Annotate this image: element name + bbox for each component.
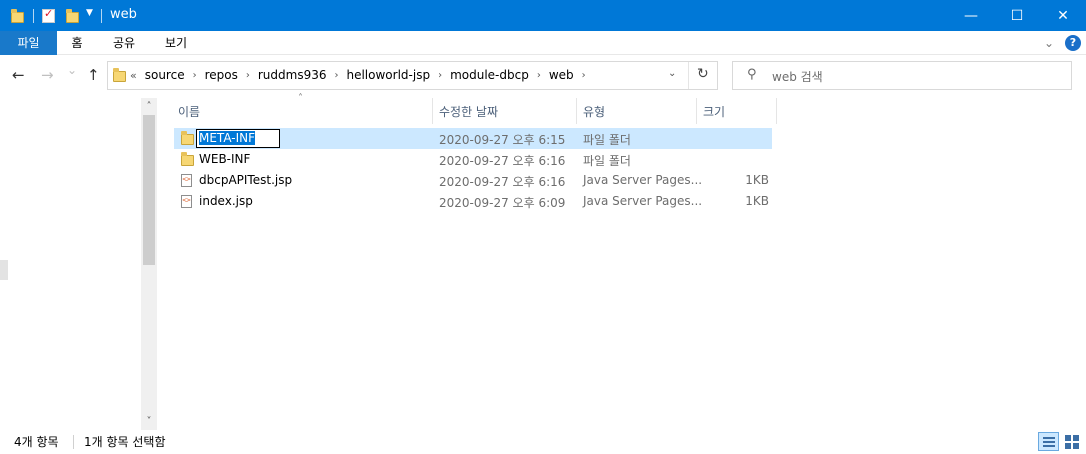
breadcrumb-item[interactable]: module-dbcp bbox=[450, 68, 529, 82]
file-size: 1KB bbox=[745, 173, 769, 187]
file-row[interactable]: index.jsp 2020-09-27 오후 6:09 Java Server… bbox=[174, 191, 772, 212]
file-type: 파일 폴더 bbox=[583, 133, 631, 147]
navigation-pane[interactable]: ˄ ˅ bbox=[0, 98, 157, 430]
refresh-icon[interactable]: ↻ bbox=[697, 66, 709, 82]
column-header-row: ˄ 이름 수정한 날짜 유형 크기 bbox=[160, 93, 780, 124]
file-type: Java Server Pages... bbox=[583, 173, 703, 187]
folder-icon bbox=[181, 131, 194, 145]
address-history-icon[interactable]: ⌄ bbox=[668, 68, 676, 79]
ribbon: 파일 홈 공유 보기 ⌄ ? bbox=[0, 31, 1086, 55]
file-name: META-INF bbox=[199, 131, 256, 145]
properties-icon[interactable] bbox=[42, 7, 55, 23]
details-view-button[interactable] bbox=[1038, 432, 1059, 451]
recent-locations-icon[interactable]: ⌄ bbox=[67, 63, 77, 77]
chevron-right-icon[interactable]: › bbox=[334, 70, 338, 81]
tab-share[interactable]: 공유 bbox=[106, 31, 142, 55]
file-type: 파일 폴더 bbox=[583, 154, 631, 168]
file-name: WEB-INF bbox=[199, 152, 251, 166]
window-title: web bbox=[110, 7, 137, 22]
scroll-down-icon[interactable]: ˅ bbox=[141, 413, 157, 430]
expand-ribbon-icon[interactable]: ⌄ bbox=[1044, 36, 1054, 50]
scroll-up-icon[interactable]: ˄ bbox=[141, 98, 157, 115]
tab-view[interactable]: 보기 bbox=[158, 31, 194, 55]
breadcrumb: « source › repos › ruddms936 › helloworl… bbox=[130, 68, 594, 82]
divider bbox=[73, 435, 74, 449]
file-list[interactable]: ˄ 이름 수정한 날짜 유형 크기 META-INF 2020-09-27 오후… bbox=[160, 93, 1086, 430]
maximize-icon: ☐ bbox=[1010, 7, 1024, 24]
column-divider[interactable] bbox=[776, 98, 777, 124]
chevron-right-icon[interactable]: › bbox=[193, 70, 197, 81]
pane-indicator bbox=[0, 260, 8, 280]
toolbar-separator bbox=[33, 9, 34, 23]
chevron-right-icon[interactable]: › bbox=[582, 70, 586, 81]
search-box[interactable]: ⚲ web 검색 bbox=[732, 61, 1072, 90]
minimize-button[interactable]: — bbox=[948, 0, 994, 31]
back-icon[interactable]: ← bbox=[12, 66, 25, 84]
breadcrumb-item[interactable]: repos bbox=[205, 68, 238, 82]
column-divider[interactable] bbox=[696, 98, 697, 124]
breadcrumb-item[interactable]: ruddms936 bbox=[258, 68, 327, 82]
minimize-icon: — bbox=[964, 7, 978, 24]
help-icon[interactable]: ? bbox=[1065, 35, 1081, 51]
selection-count: 1개 항목 선택함 bbox=[84, 435, 166, 449]
file-date: 2020-09-27 오후 6:16 bbox=[439, 154, 566, 168]
folder-icon bbox=[11, 9, 24, 23]
toolbar-separator bbox=[101, 9, 102, 23]
file-date: 2020-09-27 오후 6:15 bbox=[439, 133, 566, 147]
large-icons-view-button[interactable] bbox=[1062, 432, 1082, 451]
new-folder-icon[interactable] bbox=[66, 9, 79, 23]
file-row[interactable]: dbcpAPITest.jsp 2020-09-27 오후 6:16 Java … bbox=[174, 170, 772, 191]
file-size: 1KB bbox=[745, 194, 769, 208]
file-name: dbcpAPITest.jsp bbox=[199, 173, 293, 187]
file-type: Java Server Pages... bbox=[583, 194, 703, 208]
file-date: 2020-09-27 오후 6:09 bbox=[439, 196, 566, 210]
column-header-size[interactable]: 크기 bbox=[703, 103, 725, 120]
item-count: 4개 항목 bbox=[14, 435, 59, 449]
file-row[interactable]: META-INF 2020-09-27 오후 6:15 파일 폴더 bbox=[174, 128, 772, 149]
close-button[interactable]: ✕ bbox=[1040, 0, 1086, 31]
scrollbar-thumb[interactable] bbox=[143, 115, 155, 265]
breadcrumb-item[interactable]: helloworld-jsp bbox=[346, 68, 430, 82]
column-header-type[interactable]: 유형 bbox=[583, 103, 605, 120]
jsp-file-icon bbox=[181, 174, 192, 187]
chevron-right-icon[interactable]: › bbox=[438, 70, 442, 81]
divider bbox=[688, 62, 689, 89]
navigation-pane-scrollbar[interactable]: ˄ ˅ bbox=[141, 98, 157, 430]
navigation-bar: ← → ⌄ ↑ « source › repos › ruddms936 › h… bbox=[0, 55, 1086, 98]
maximize-button[interactable]: ☐ bbox=[994, 0, 1040, 31]
chevron-right-icon[interactable]: › bbox=[246, 70, 250, 81]
folder-icon bbox=[181, 152, 194, 166]
column-header-name[interactable]: 이름 bbox=[178, 103, 200, 120]
breadcrumb-item[interactable]: source bbox=[145, 68, 185, 82]
file-name: index.jsp bbox=[199, 194, 253, 208]
file-date: 2020-09-27 오후 6:16 bbox=[439, 175, 566, 189]
tab-file[interactable]: 파일 bbox=[0, 31, 57, 55]
column-divider[interactable] bbox=[432, 98, 433, 124]
address-bar[interactable]: « source › repos › ruddms936 › helloworl… bbox=[107, 61, 718, 90]
tab-home[interactable]: 홈 bbox=[62, 31, 92, 55]
sort-ascending-icon: ˄ bbox=[298, 93, 303, 104]
file-row[interactable]: WEB-INF 2020-09-27 오후 6:16 파일 폴더 bbox=[174, 149, 772, 170]
up-icon[interactable]: ↑ bbox=[87, 66, 100, 84]
search-placeholder: web 검색 bbox=[772, 70, 823, 84]
breadcrumb-item[interactable]: web bbox=[549, 68, 574, 82]
customize-toolbar-icon[interactable]: ▼ bbox=[86, 8, 93, 18]
folder-icon bbox=[113, 68, 126, 82]
title-bar: ▼ web — ☐ ✕ bbox=[0, 0, 1086, 31]
chevron-right-icon[interactable]: › bbox=[537, 70, 541, 81]
forward-icon[interactable]: → bbox=[41, 66, 54, 84]
jsp-file-icon bbox=[181, 195, 192, 208]
column-header-date[interactable]: 수정한 날짜 bbox=[439, 103, 498, 120]
close-icon: ✕ bbox=[1057, 7, 1069, 24]
rename-input[interactable]: META-INF bbox=[196, 129, 280, 148]
column-divider[interactable] bbox=[576, 98, 577, 124]
overflow-crumbs-icon[interactable]: « bbox=[130, 69, 137, 82]
search-icon: ⚲ bbox=[747, 67, 757, 82]
status-bar: 4개 항목 1개 항목 선택함 bbox=[0, 430, 1086, 454]
